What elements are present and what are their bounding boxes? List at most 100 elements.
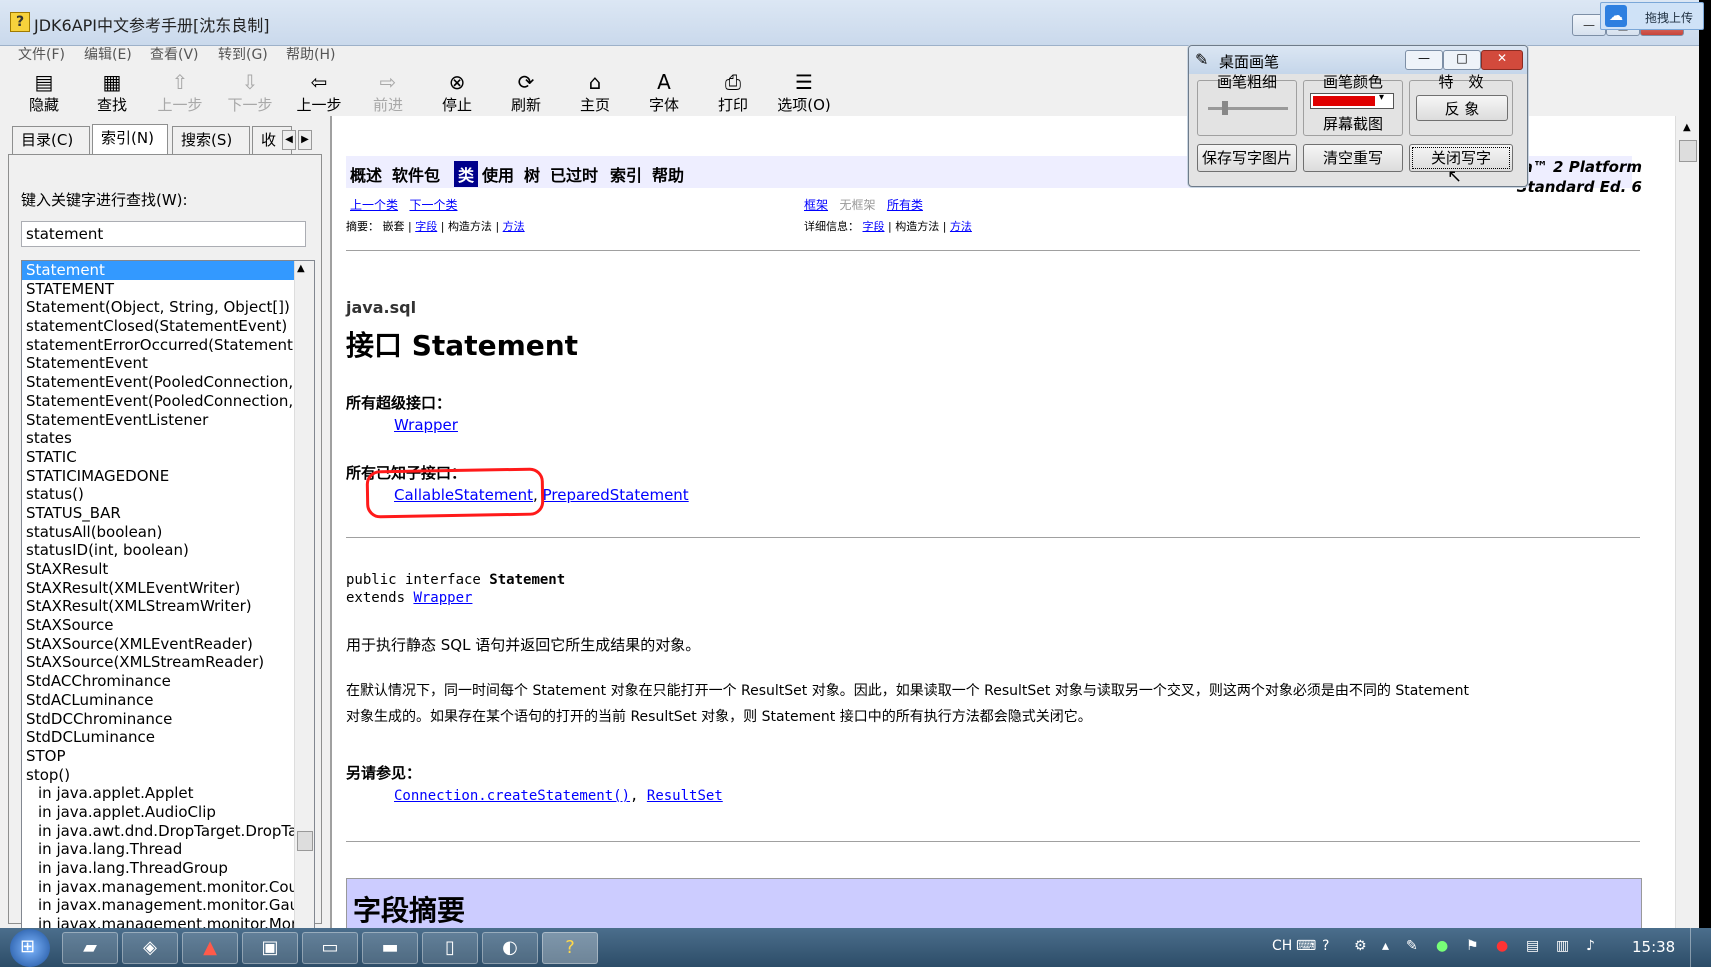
- taskbar-pdf[interactable]: ▲: [182, 932, 238, 964]
- prev-step-button[interactable]: ⇧ 上一步: [152, 66, 208, 116]
- list-item[interactable]: StatementEventListener: [22, 411, 294, 430]
- nav-package[interactable]: 软件包: [392, 162, 440, 186]
- home-button[interactable]: ⌂ 主页: [567, 66, 623, 116]
- find-button[interactable]: ▦ 查找: [84, 66, 140, 116]
- taskbar-folder[interactable]: ▭: [302, 932, 358, 964]
- next-step-button[interactable]: ⇩ 下一步: [222, 66, 278, 116]
- resultset-link[interactable]: ResultSet: [647, 788, 723, 804]
- list-item[interactable]: Statement: [22, 261, 294, 280]
- list-item[interactable]: STATUS_BAR: [22, 504, 294, 523]
- list-item[interactable]: StAXResult(XMLStreamWriter): [22, 597, 294, 616]
- list-item[interactable]: StAXSource(XMLStreamReader): [22, 653, 294, 672]
- list-item[interactable]: in javax.management.monitor.Gaug: [22, 896, 294, 915]
- frames-link[interactable]: 框架: [804, 198, 828, 212]
- taskbar-cmd[interactable]: ▬: [362, 932, 418, 964]
- nav-overview[interactable]: 概述: [350, 162, 382, 186]
- pen-title-bar[interactable]: ✎ 桌面画笔 — □ ✕: [1189, 46, 1527, 74]
- device-tray-icon[interactable]: ▤: [1526, 938, 1539, 954]
- stop-button[interactable]: ⊗ 停止: [429, 66, 485, 116]
- detail-field-link[interactable]: 字段: [863, 220, 885, 233]
- back-button[interactable]: ⇦ 上一步: [291, 66, 347, 116]
- volume-tray-icon[interactable]: ♪: [1586, 938, 1595, 954]
- list-item[interactable]: STOP: [22, 747, 294, 766]
- wrapper-link[interactable]: Wrapper: [394, 416, 458, 434]
- list-item[interactable]: StAXResult(XMLEventWriter): [22, 579, 294, 598]
- list-item[interactable]: StAXResult: [22, 560, 294, 579]
- green-tray-icon[interactable]: ●: [1436, 938, 1448, 954]
- list-item[interactable]: statusAll(boolean): [22, 523, 294, 542]
- settings-tray-icon[interactable]: ⚙: [1354, 938, 1367, 954]
- input-language[interactable]: CH: [1272, 938, 1292, 954]
- list-item[interactable]: StatementEvent: [22, 354, 294, 373]
- list-item[interactable]: StatementEvent(PooledConnection, P: [22, 373, 294, 392]
- next-class-link[interactable]: 下一个类: [409, 198, 457, 212]
- list-item[interactable]: in javax.management.monitor.Monit: [22, 915, 294, 928]
- list-item[interactable]: StatementEvent(PooledConnection, P: [22, 392, 294, 411]
- list-item[interactable]: in java.applet.AudioClip: [22, 803, 294, 822]
- list-item[interactable]: Statement(Object, String, Object[]): [22, 298, 294, 317]
- list-item[interactable]: StAXSource: [22, 616, 294, 635]
- taskbar-eclipse[interactable]: ◐: [482, 932, 538, 964]
- show-desktop-button[interactable]: [1690, 928, 1704, 967]
- menu-help[interactable]: 帮助(H): [286, 44, 335, 64]
- forward-button[interactable]: ⇨ 前进: [360, 66, 416, 116]
- tab-scroll-left-icon[interactable]: ◀: [282, 130, 296, 150]
- menu-file[interactable]: 文件(F): [18, 44, 65, 64]
- flag-tray-icon[interactable]: ⚑: [1466, 938, 1479, 954]
- list-item[interactable]: status(): [22, 485, 294, 504]
- keyboard-icon[interactable]: ⌨: [1296, 938, 1316, 954]
- font-button[interactable]: A 字体: [636, 66, 692, 116]
- nav-deprecated[interactable]: 已过时: [550, 162, 598, 186]
- pen-maximize-button[interactable]: □: [1443, 50, 1481, 70]
- summary-field-link[interactable]: 字段: [415, 220, 437, 233]
- save-image-button[interactable]: 保存写字图片: [1197, 144, 1297, 172]
- tab-index[interactable]: 索引(N): [92, 124, 168, 155]
- refresh-button[interactable]: ⟳ 刷新: [498, 66, 554, 116]
- list-item[interactable]: StAXSource(XMLEventReader): [22, 635, 294, 654]
- list-item[interactable]: StdACChrominance: [22, 672, 294, 691]
- tab-contents[interactable]: 目录(C): [12, 126, 90, 154]
- menu-goto[interactable]: 转到(G): [218, 44, 268, 64]
- nav-tree[interactable]: 树: [524, 162, 540, 186]
- tray-expand-icon[interactable]: ▴: [1382, 938, 1389, 954]
- nav-index[interactable]: 索引: [610, 162, 642, 186]
- pen-minimize-button[interactable]: —: [1405, 50, 1443, 70]
- list-item[interactable]: STATICIMAGEDONE: [22, 467, 294, 486]
- list-item[interactable]: in java.awt.dnd.DropTarget.DropTar: [22, 822, 294, 841]
- hide-button[interactable]: ▤ 隐藏: [16, 66, 72, 116]
- thickness-slider-track[interactable]: [1208, 107, 1288, 110]
- prev-class-link[interactable]: 上一个类: [350, 198, 398, 212]
- menu-edit[interactable]: 编辑(E): [84, 44, 132, 64]
- list-item[interactable]: STATIC: [22, 448, 294, 467]
- scroll-thumb[interactable]: [297, 831, 313, 851]
- nav-help[interactable]: 帮助: [652, 162, 684, 186]
- list-item[interactable]: StdDCLuminance: [22, 728, 294, 747]
- record-tray-icon[interactable]: ●: [1496, 938, 1508, 954]
- tab-scroll-right-icon[interactable]: ▶: [298, 130, 312, 150]
- list-item[interactable]: statusID(int, boolean): [22, 541, 294, 560]
- detail-method-link[interactable]: 方法: [950, 220, 972, 233]
- clear-button[interactable]: 清空重写: [1303, 144, 1403, 172]
- taskbar-help[interactable]: ?: [542, 932, 598, 964]
- summary-method-link[interactable]: 方法: [503, 220, 525, 233]
- help-tray-icon[interactable]: ?: [1322, 938, 1329, 954]
- taskbar-app4[interactable]: ▣: [242, 932, 298, 964]
- list-item[interactable]: in java.lang.Thread: [22, 840, 294, 859]
- scroll-up-icon[interactable]: ▲: [1683, 122, 1691, 133]
- clock[interactable]: 15:38: [1632, 938, 1675, 956]
- list-item[interactable]: states: [22, 429, 294, 448]
- create-statement-link[interactable]: Connection.createStatement(): [394, 788, 630, 804]
- list-item[interactable]: statementErrorOccurred(StatementEv: [22, 336, 294, 355]
- list-item[interactable]: stop(): [22, 766, 294, 785]
- options-button[interactable]: ☰ 选项(O): [772, 66, 836, 116]
- screenshot-button[interactable]: 屏幕截图: [1304, 113, 1402, 134]
- taskbar-notepad[interactable]: ▯: [422, 932, 478, 964]
- decl-wrapper-link[interactable]: Wrapper: [413, 590, 472, 606]
- menu-view[interactable]: 查看(V): [150, 44, 199, 64]
- nav-use[interactable]: 使用: [482, 162, 514, 186]
- list-item[interactable]: StdACLuminance: [22, 691, 294, 710]
- tab-search[interactable]: 搜索(S): [172, 126, 250, 154]
- scroll-thumb[interactable]: [1679, 140, 1697, 162]
- color-select[interactable]: ▾: [1310, 92, 1394, 109]
- upload-widget[interactable]: ☁ 拖拽上传: [1600, 2, 1704, 30]
